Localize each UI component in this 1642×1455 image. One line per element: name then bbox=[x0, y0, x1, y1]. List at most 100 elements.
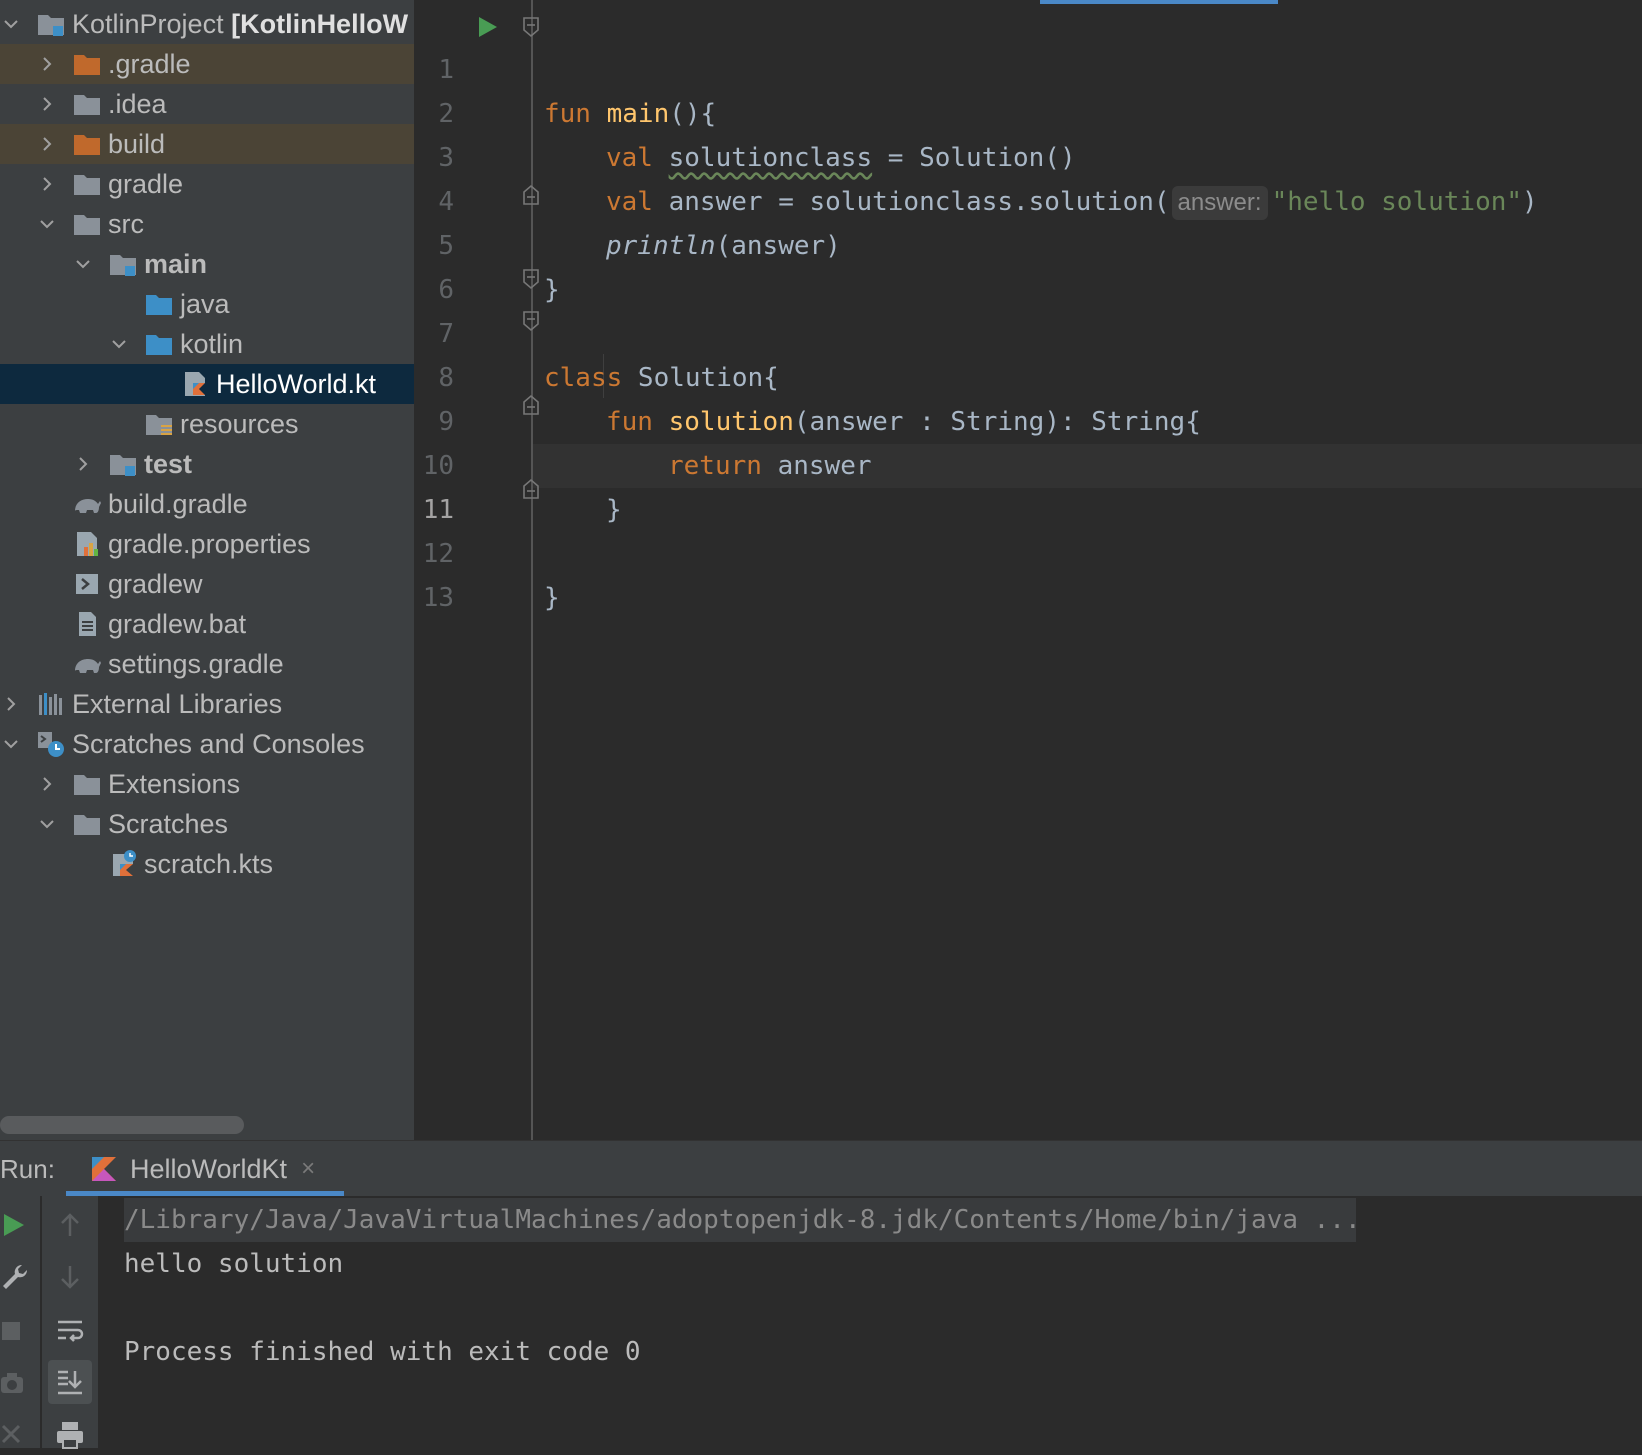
tree-label: Scratches and Consoles bbox=[72, 728, 365, 759]
folder-icon bbox=[72, 209, 102, 239]
wrench-icon[interactable] bbox=[0, 1262, 30, 1292]
code-line-9[interactable]: 9 return answer bbox=[414, 356, 1642, 481]
chevron-down-icon[interactable] bbox=[108, 333, 130, 355]
run-tab-label: HelloWorldKt bbox=[130, 1153, 288, 1184]
tree-label: Extensions bbox=[108, 768, 241, 799]
tree-item-scratches[interactable]: Scratches bbox=[0, 804, 414, 844]
console-output-line: hello solution bbox=[124, 1249, 344, 1279]
folder-icon bbox=[72, 89, 102, 119]
chevron-right-icon[interactable] bbox=[36, 773, 58, 795]
chevron-down-icon[interactable] bbox=[36, 213, 58, 235]
tree-item-gradle-properties[interactable]: gradle.properties bbox=[0, 524, 414, 564]
chevron-down-icon[interactable] bbox=[36, 813, 58, 835]
tree-item-gradlew[interactable]: gradlew bbox=[0, 564, 414, 604]
stop-icon[interactable] bbox=[0, 1316, 30, 1346]
arrow-down-icon[interactable] bbox=[55, 1262, 85, 1292]
tree-label: src bbox=[108, 208, 144, 239]
code-line-7[interactable]: 7 class Solution{ bbox=[414, 268, 1642, 393]
chevron-right-icon[interactable] bbox=[36, 93, 58, 115]
tree-item-test[interactable]: test bbox=[0, 444, 414, 484]
gradle-elephant-icon bbox=[72, 649, 102, 679]
tree-item-build-gradle[interactable]: build.gradle bbox=[0, 484, 414, 524]
code-line-5[interactable]: 5 } bbox=[414, 180, 1642, 305]
code-line-10[interactable]: 10 } bbox=[414, 400, 1642, 525]
chevron-down-icon[interactable] bbox=[0, 13, 22, 35]
gradle-elephant-icon bbox=[72, 489, 102, 519]
project-module: [KotlinHelloW bbox=[231, 8, 409, 39]
tree-item-src[interactable]: src bbox=[0, 204, 414, 244]
tree-item-main[interactable]: main bbox=[0, 244, 414, 284]
scroll-to-end-icon[interactable] bbox=[48, 1360, 92, 1404]
chevron-down-icon[interactable] bbox=[0, 733, 22, 755]
project-name: KotlinProject bbox=[72, 8, 224, 39]
properties-file-icon bbox=[72, 529, 102, 559]
source-folder-icon bbox=[144, 289, 174, 319]
code-line-8[interactable]: 8 fun solution(answer : String): String{ bbox=[414, 312, 1642, 437]
tree-item-project-root[interactable]: KotlinProject [KotlinHelloW bbox=[0, 4, 414, 44]
project-tool-window: KotlinProject [KotlinHelloW .gradle .ide… bbox=[0, 0, 414, 1140]
code-line-12[interactable]: 12 } bbox=[414, 488, 1642, 613]
console-command-line[interactable]: /Library/Java/JavaVirtualMachines/adopto… bbox=[124, 1198, 1361, 1242]
rerun-icon[interactable] bbox=[0, 1210, 30, 1240]
tree-label: Scratches bbox=[108, 808, 229, 839]
chevron-right-icon[interactable] bbox=[36, 173, 58, 195]
code-line-11[interactable]: 11 bbox=[414, 444, 1642, 525]
tree-label: External Libraries bbox=[72, 688, 283, 719]
soft-wrap-icon[interactable] bbox=[55, 1316, 85, 1346]
chevron-right-icon[interactable] bbox=[72, 453, 94, 475]
close-run-icon[interactable] bbox=[0, 1420, 30, 1450]
run-toolbar-secondary bbox=[42, 1196, 98, 1450]
tree-item-build[interactable]: build bbox=[0, 124, 414, 164]
tree-item-scratches-and-consoles[interactable]: Scratches and Consoles bbox=[0, 724, 414, 764]
folder-icon bbox=[72, 169, 102, 199]
tree-item-settings-gradle[interactable]: settings.gradle bbox=[0, 644, 414, 684]
chevron-right-icon[interactable] bbox=[36, 133, 58, 155]
tree-item-gradlew-bat[interactable]: gradlew.bat bbox=[0, 604, 414, 644]
camera-icon[interactable] bbox=[0, 1368, 30, 1398]
tree-item-java[interactable]: java bbox=[0, 284, 414, 324]
tree-item-scratch-kts[interactable]: scratch.kts bbox=[0, 844, 414, 884]
horizontal-scrollbar[interactable] bbox=[0, 1116, 244, 1134]
run-tool-window: /Library/Java/JavaVirtualMachines/adopto… bbox=[0, 1196, 1642, 1450]
tree-label: gradlew.bat bbox=[108, 608, 247, 639]
tree-label: main bbox=[144, 248, 208, 279]
tree-item-external-libraries[interactable]: External Libraries bbox=[0, 684, 414, 724]
tree-item-resources[interactable]: resources bbox=[0, 404, 414, 444]
folder-icon bbox=[72, 769, 102, 799]
tree-item-helloworld-kt[interactable]: HelloWorld.kt bbox=[0, 364, 414, 404]
tree-label: test bbox=[144, 448, 193, 479]
shell-script-icon bbox=[72, 569, 102, 599]
arrow-up-icon[interactable] bbox=[55, 1210, 85, 1240]
folder-icon bbox=[72, 809, 102, 839]
chevron-down-icon[interactable] bbox=[72, 253, 94, 275]
code-line-2[interactable]: 2 val solutionclass = Solution() bbox=[414, 48, 1642, 173]
chevron-right-icon[interactable] bbox=[36, 53, 58, 75]
run-tab-helloworldkt[interactable]: HelloWorldKt × bbox=[66, 1141, 342, 1197]
excluded-folder-icon bbox=[72, 129, 102, 159]
tree-item-kotlin[interactable]: kotlin bbox=[0, 324, 414, 364]
code-line-13[interactable]: 13 bbox=[414, 532, 1642, 613]
tree-label: gradle.properties bbox=[108, 528, 311, 559]
print-icon[interactable] bbox=[55, 1420, 85, 1450]
code-editor[interactable]: 1 fun main(){ 2 val solutionclass = Solu… bbox=[414, 0, 1642, 1140]
kotlin-file-icon bbox=[180, 369, 210, 399]
tree-label: kotlin bbox=[180, 328, 244, 359]
code-line-3[interactable]: 3 val answer = solutionclass.solution(an… bbox=[414, 92, 1642, 220]
chevron-right-icon[interactable] bbox=[0, 693, 22, 715]
excluded-folder-icon bbox=[72, 49, 102, 79]
kotlin-script-icon bbox=[108, 849, 138, 879]
code-line-4[interactable]: 4 println(answer) bbox=[414, 136, 1642, 261]
tree-item-dot-gradle[interactable]: .gradle bbox=[0, 44, 414, 84]
tree-item-gradle[interactable]: gradle bbox=[0, 164, 414, 204]
close-icon[interactable]: × bbox=[301, 1155, 315, 1183]
line-number: 13 bbox=[422, 583, 454, 613]
text-file-icon bbox=[72, 609, 102, 639]
tree-label: HelloWorld.kt bbox=[216, 368, 377, 399]
tree-item-idea[interactable]: .idea bbox=[0, 84, 414, 124]
console-output[interactable]: /Library/Java/JavaVirtualMachines/adopto… bbox=[98, 1196, 1642, 1448]
tree-item-extensions[interactable]: Extensions bbox=[0, 764, 414, 804]
tree-label: build bbox=[108, 128, 166, 159]
code-line-6[interactable]: 6 bbox=[414, 224, 1642, 305]
code-line-1[interactable]: 1 fun main(){ bbox=[414, 4, 1642, 129]
source-folder-icon bbox=[144, 329, 174, 359]
